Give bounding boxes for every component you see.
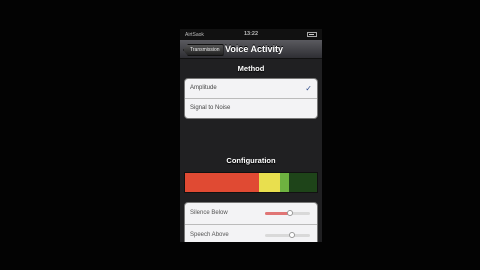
speech-above-slider[interactable] (265, 232, 310, 238)
navigation-bar: Transmission Voice Activity (180, 40, 322, 59)
back-button[interactable]: Transmission (183, 44, 224, 56)
method-group: Amplitude ✓ Signal to Noise (184, 78, 318, 119)
speech-above-label: Speech Above (190, 232, 229, 238)
method-section-header: Method (237, 64, 265, 73)
status-bar: AirtSaok 13:22 (180, 29, 322, 40)
clock: 13:22 (243, 31, 259, 37)
settings-content: Method Amplitude ✓ Signal to Noise Confi… (180, 59, 322, 242)
method-option-signal-to-noise[interactable]: Signal to Noise (185, 98, 317, 118)
battery-icon (307, 32, 317, 37)
threshold-group: Silence Below Speech Above (184, 202, 318, 242)
slider-thumb[interactable] (289, 232, 295, 238)
silence-below-row: Silence Below (185, 203, 317, 224)
speech-above-row: Speech Above (185, 224, 317, 242)
meter-segment-yellow (258, 173, 281, 192)
silence-below-slider[interactable] (265, 210, 310, 216)
method-option-label: Amplitude (190, 85, 217, 91)
silence-below-label: Silence Below (190, 210, 228, 216)
meter-segment-light-green (280, 173, 290, 192)
voice-level-meter (184, 172, 318, 193)
configuration-section-header: Configuration (226, 156, 276, 165)
phone-screen: AirtSaok 13:22 Transmission Voice Activi… (180, 29, 322, 242)
method-option-amplitude[interactable]: Amplitude ✓ (185, 79, 317, 98)
slider-thumb[interactable] (286, 210, 293, 216)
checkmark-icon: ✓ (305, 84, 312, 93)
page-title: Voice Activity (225, 44, 284, 54)
meter-segment-red (185, 173, 259, 192)
method-option-label: Signal to Noise (190, 105, 231, 111)
meter-segment-dark-green (289, 173, 317, 192)
